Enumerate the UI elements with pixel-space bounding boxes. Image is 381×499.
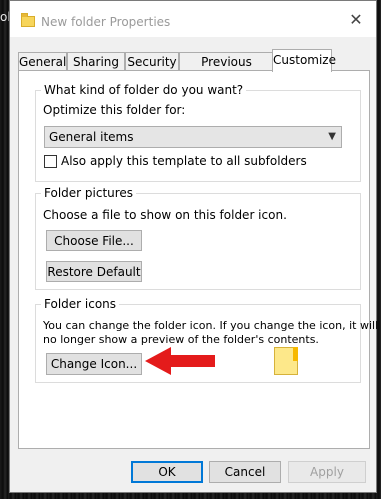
optimize-dropdown-value: General items <box>49 130 134 144</box>
apply-subfolders-checkbox[interactable] <box>44 155 57 168</box>
change-icon-button[interactable]: Change Icon... <box>46 353 142 375</box>
ok-button[interactable]: OK <box>131 461 203 483</box>
restore-default-button[interactable]: Restore Default <box>46 261 142 282</box>
folder-preview-icon <box>274 347 298 375</box>
close-button[interactable]: ✕ <box>345 10 367 30</box>
folder-icons-group-title: Folder icons <box>41 297 120 311</box>
apply-button[interactable]: Apply <box>288 461 366 483</box>
tab-previous-versions[interactable]: Previous Versions <box>179 52 274 87</box>
window-title: New folder Properties <box>41 15 171 29</box>
apply-subfolders-label: Also apply this template to all subfolde… <box>61 154 307 168</box>
red-arrow-icon <box>145 347 215 375</box>
tab-customize[interactable]: Customize <box>272 49 336 72</box>
folder-type-group-title: What kind of folder do you want? <box>41 83 247 97</box>
customize-panel: What kind of folder do you want? Optimiz… <box>18 70 378 449</box>
folder-pictures-description: Choose a file to show on this folder ico… <box>43 208 287 222</box>
folder-pictures-group-title: Folder pictures <box>41 186 137 200</box>
folder-icons-description-line2: no longer show a preview of the folder's… <box>43 333 319 346</box>
choose-file-button[interactable]: Choose File... <box>46 230 142 251</box>
folder-type-group: What kind of folder do you want? Optimiz… <box>35 83 361 182</box>
title-bar: New folder Properties ✕ <box>10 1 376 37</box>
folder-icons-description-line1: You can change the folder icon. If you c… <box>43 319 379 332</box>
chevron-down-icon: ▼ <box>328 131 336 142</box>
properties-dialog: New folder Properties ✕ General Sharing … <box>9 0 378 493</box>
cancel-button[interactable]: Cancel <box>209 461 281 483</box>
folder-icon <box>21 13 35 27</box>
folder-pictures-group: Folder pictures Choose a file to show on… <box>35 186 361 290</box>
tab-general[interactable]: General <box>18 52 67 71</box>
tab-security[interactable]: Security <box>125 52 179 71</box>
optimize-dropdown[interactable]: General items ▼ <box>44 126 342 148</box>
optimize-label: Optimize this folder for: <box>43 103 186 117</box>
tab-sharing[interactable]: Sharing <box>67 52 125 71</box>
